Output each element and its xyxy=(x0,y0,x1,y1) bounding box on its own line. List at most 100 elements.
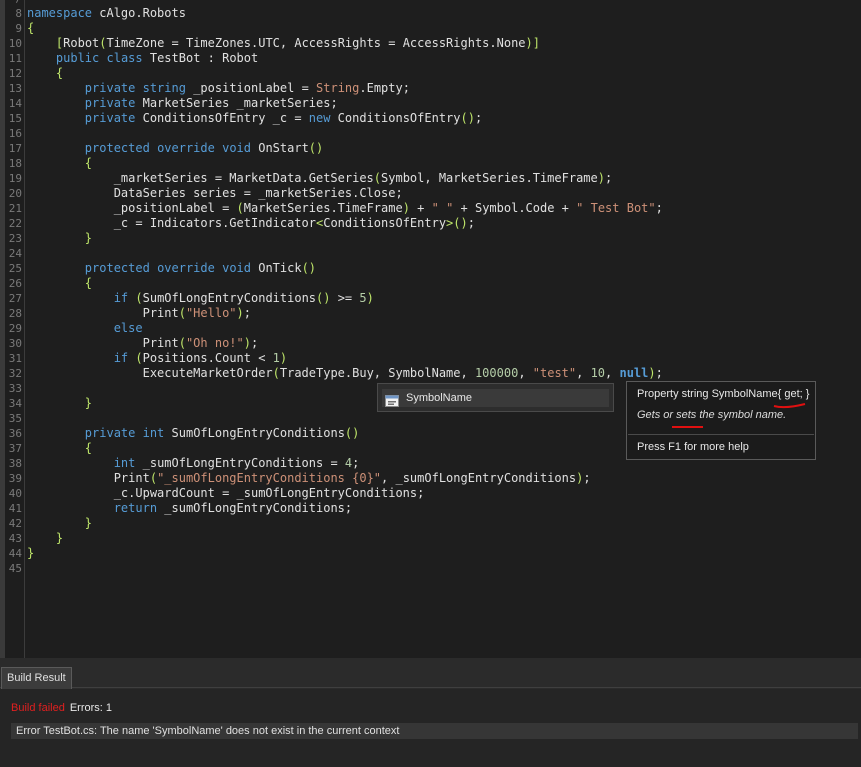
line-number: 44 xyxy=(8,547,22,560)
code-token: ; xyxy=(583,471,591,485)
code-line[interactable]: _marketSeries = MarketData.GetSeries(Sym… xyxy=(27,171,613,186)
code-token: } xyxy=(27,546,35,560)
code-line[interactable]: } xyxy=(27,396,92,411)
line-number: 33 xyxy=(8,382,22,395)
code-line[interactable]: protected override void OnStart() xyxy=(27,141,323,156)
code-line[interactable]: _c.UpwardCount = _sumOfLongEntryConditio… xyxy=(27,486,425,501)
code-token: "Hello" xyxy=(185,306,237,320)
code-line[interactable]: } xyxy=(27,531,63,546)
line-number: 12 xyxy=(8,67,22,80)
code-line[interactable]: { xyxy=(27,66,63,81)
code-token: + Symbol.Code + xyxy=(453,201,577,215)
line-number: 14 xyxy=(8,97,22,110)
code-token: ) xyxy=(648,366,656,380)
code-token: void xyxy=(222,141,251,155)
code-line[interactable]: Print("Hello"); xyxy=(27,306,251,321)
code-editor[interactable]: / namespace cAlgo.Robots{ [Robot(TimeZon… xyxy=(0,0,861,658)
code-token: Robot xyxy=(63,36,100,50)
code-line[interactable]: private string _positionLabel = String.E… xyxy=(27,81,410,96)
code-line[interactable]: _c = Indicators.GetIndicator<ConditionsO… xyxy=(27,216,475,231)
code-token: OnTick xyxy=(251,261,302,275)
line-number: 29 xyxy=(8,322,22,335)
code-token: string xyxy=(142,81,186,95)
line-number: 43 xyxy=(8,532,22,545)
code-token: private xyxy=(84,426,136,440)
code-token: Print xyxy=(27,306,179,320)
code-line[interactable]: private MarketSeries _marketSeries; xyxy=(27,96,338,111)
code-token: ConditionsOfEntry xyxy=(330,111,461,125)
code-token: ] xyxy=(532,36,540,50)
code-token: TimeZone = TimeZones.UTC, AccessRights =… xyxy=(106,36,526,50)
build-output: Build failed Errors: 1 Error TestBot.cs: … xyxy=(0,689,861,767)
code-line[interactable]: if (Positions.Count < 1) xyxy=(27,351,287,366)
code-token: () xyxy=(316,291,331,305)
code-line[interactable]: private ConditionsOfEntry _c = new Condi… xyxy=(27,111,482,126)
code-line[interactable]: { xyxy=(27,21,34,36)
code-token: ) xyxy=(402,201,410,215)
code-line[interactable]: } xyxy=(27,231,92,246)
code-token: ( xyxy=(236,201,244,215)
code-line[interactable]: int _sumOfLongEntryConditions = 4; xyxy=(27,456,360,471)
error-list-item[interactable]: Error TestBot.cs: The name 'SymbolName' … xyxy=(11,723,858,739)
code-token: "test" xyxy=(532,366,577,380)
code-line[interactable]: DataSeries series = _marketSeries.Close; xyxy=(27,186,403,201)
code-line[interactable]: private int SumOfLongEntryConditions() xyxy=(27,426,360,441)
line-number: 45 xyxy=(8,562,22,575)
code-line[interactable]: if (SumOfLongEntryConditions() >= 5) xyxy=(27,291,374,306)
tab-build-result[interactable]: Build Result xyxy=(1,667,72,689)
code-token: cAlgo.Robots xyxy=(92,6,186,20)
code-token: } xyxy=(84,231,93,245)
code-line[interactable]: namespace cAlgo.Robots xyxy=(27,6,186,21)
line-number: 18 xyxy=(8,157,22,170)
line-number: 21 xyxy=(8,202,22,215)
code-line[interactable]: [Robot(TimeZone = TimeZones.UTC, AccessR… xyxy=(27,36,540,51)
code-line[interactable]: public class TestBot : Robot xyxy=(27,51,258,66)
line-number: 40 xyxy=(8,487,22,500)
line-number: 24 xyxy=(8,247,22,260)
code-token: TestBot : Robot xyxy=(142,51,259,65)
line-number: 26 xyxy=(8,277,22,290)
code-token: ; xyxy=(352,456,360,470)
code-line[interactable]: protected override void OnTick() xyxy=(27,261,316,276)
code-line[interactable]: else xyxy=(27,321,143,336)
code-token: , _sumOfLongEntryConditions xyxy=(381,471,577,485)
code-line[interactable]: } xyxy=(27,546,34,561)
code-token: ) xyxy=(525,36,533,50)
code-line[interactable]: } xyxy=(27,516,92,531)
code-token: _marketSeries = MarketData.GetSeries xyxy=(27,171,374,185)
code-token: if xyxy=(113,291,129,305)
property-icon xyxy=(385,392,399,407)
tooltip-description: Gets or sets the symbol name. xyxy=(637,409,787,421)
autocomplete-item-symbolname[interactable]: SymbolName xyxy=(382,389,609,407)
code-token: _positionLabel = xyxy=(185,81,317,95)
code-token: TradeType.Buy, SymbolName, xyxy=(279,366,475,380)
code-token: } xyxy=(84,516,93,530)
code-line[interactable]: { xyxy=(27,156,92,171)
code-line[interactable]: return _sumOfLongEntryConditions; xyxy=(27,501,352,516)
line-number: 27 xyxy=(8,292,22,305)
panel-tab-strip: Build Result xyxy=(0,658,861,689)
code-token: "_sumOfLongEntryConditions {0}" xyxy=(157,471,382,485)
code-token: override xyxy=(157,141,215,155)
code-line[interactable]: ExecuteMarketOrder(TradeType.Buy, Symbol… xyxy=(27,366,663,381)
code-token: String xyxy=(316,81,360,95)
code-token: ; xyxy=(474,111,483,125)
autocomplete-popup[interactable]: SymbolName xyxy=(377,383,614,412)
code-token: { xyxy=(84,441,93,455)
code-token: new xyxy=(308,111,331,125)
code-line[interactable]: _positionLabel = (MarketSeries.TimeFrame… xyxy=(27,201,663,216)
code-line[interactable]: { xyxy=(27,441,92,456)
gutter-divider xyxy=(24,0,25,658)
code-line[interactable]: { xyxy=(27,276,92,291)
code-line[interactable]: Print("Oh no!"); xyxy=(27,336,259,351)
code-line[interactable]: Print("_sumOfLongEntryConditions {0}", _… xyxy=(27,471,591,486)
line-number: 10 xyxy=(8,37,22,50)
code-token: MarketSeries.TimeFrame xyxy=(243,201,403,215)
code-token: Print xyxy=(27,471,150,485)
code-token: _c = Indicators.GetIndicator xyxy=(27,216,316,230)
